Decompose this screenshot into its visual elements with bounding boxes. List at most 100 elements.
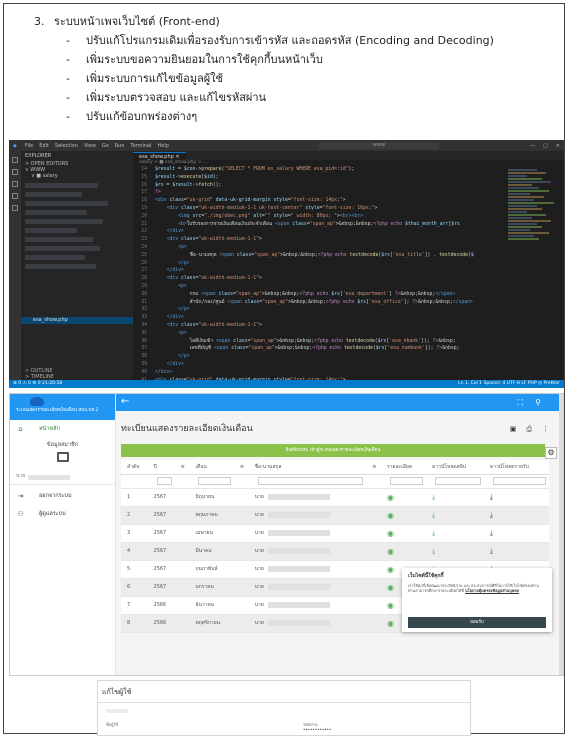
filter-input[interactable]	[492, 477, 546, 485]
column-header[interactable]: เดือน	[189, 460, 234, 475]
back-arrow-icon[interactable]: ←	[121, 396, 129, 407]
bullet-item: ปรับแก้โปรแกรมเดิมเพื่อรองรับการเข้ารหัส…	[66, 31, 564, 50]
download-income-icon[interactable]: ⤓	[490, 547, 493, 555]
menu-item[interactable]: View	[84, 143, 96, 149]
line-number: 24	[141, 244, 147, 250]
view-eye-icon[interactable]: ◉	[387, 619, 394, 628]
source-control-icon[interactable]	[12, 181, 18, 187]
menu-item[interactable]: Terminal	[130, 143, 151, 149]
debug-icon[interactable]	[12, 193, 18, 199]
download-slip-cell[interactable]: ⤓	[426, 524, 484, 543]
download-slip-icon[interactable]: ⤓	[432, 547, 435, 555]
download-income-cell[interactable]: ⤓	[483, 488, 549, 507]
editor-tabbar: esa_show.php ✕	[133, 151, 564, 160]
row-year: 2567	[147, 524, 175, 543]
view-eye-icon[interactable]: ◉	[387, 547, 394, 556]
code-line: 25 ชื่อ-นามสกุล <span class="span_ap">&n…	[133, 252, 504, 260]
menu-item[interactable]: Go	[102, 143, 109, 149]
maximize-button[interactable]: ▢	[543, 143, 548, 149]
menu-item[interactable]: Edit	[39, 143, 49, 149]
member-info: ข้อมูลสมาชิก นาย	[10, 438, 115, 482]
view-eye-icon[interactable]: ◉	[387, 493, 394, 502]
column-header[interactable]: ปี	[147, 460, 175, 475]
view-eye-icon[interactable]: ◉	[387, 529, 394, 538]
view-detail-cell[interactable]: ◉	[381, 506, 427, 525]
view-detail-cell[interactable]: ◉	[381, 542, 427, 561]
column-header[interactable]: ชื่อ-นามสกุล	[248, 460, 367, 475]
minimap[interactable]	[508, 169, 556, 380]
code-line: 22 </div>	[133, 228, 504, 236]
menu-item[interactable]: File	[25, 143, 33, 149]
code-line: 39 </div>	[133, 361, 504, 369]
download-income-cell[interactable]: ⤓	[483, 524, 549, 543]
download-slip-cell[interactable]: ⤓	[426, 488, 484, 507]
filter-input[interactable]	[198, 477, 231, 485]
column-header[interactable]: ลำดับ	[121, 460, 148, 475]
column-header[interactable]: ดาวน์โหลดรายรับ	[483, 460, 549, 475]
cookie-accept-button[interactable]: ยอมรับ	[408, 617, 546, 628]
sidebar-item-label: หน้าหลัก	[39, 426, 60, 432]
active-file-item[interactable]: esa_show.php	[21, 317, 133, 324]
sidebar-item-home[interactable]: ⌂ หน้าหลัก	[10, 420, 115, 438]
command-center[interactable]: www	[318, 142, 439, 149]
row-number: 1	[121, 488, 148, 507]
filter-input[interactable]	[156, 477, 172, 485]
row-year: 2567	[147, 506, 175, 525]
menu-item[interactable]: Run	[115, 143, 125, 149]
status-left[interactable]: ⊗ 0 ⚠ 0 ⚙ 0 21:20:58	[13, 380, 62, 388]
download-slip-icon[interactable]: ⤓	[432, 493, 435, 501]
column-header[interactable]: ≡	[233, 460, 249, 475]
settings-gear-icon[interactable]: ⚙	[545, 447, 557, 459]
fullscreen-icon[interactable]: ⛶	[518, 398, 524, 408]
code-text: ชื่อ-นามสกุล <span class="span_ap">&nbsp…	[155, 252, 474, 258]
bullet-item: เพิ่มระบบการแก้ไขข้อมูลผู้ใช้	[66, 69, 564, 88]
filter-input[interactable]	[257, 477, 364, 485]
column-header[interactable]: ดาวน์โหลดสลิป	[426, 460, 484, 475]
view-detail-cell[interactable]: ◉	[381, 524, 427, 543]
download-income-icon[interactable]: ⤓	[490, 529, 493, 537]
filter-input[interactable]	[390, 477, 424, 485]
search-icon[interactable]	[12, 169, 18, 175]
filter-input[interactable]	[435, 477, 481, 485]
view-eye-icon[interactable]: ◉	[387, 565, 394, 574]
grid-view-icon[interactable]: ▣	[510, 425, 517, 434]
page-scrollbar[interactable]	[559, 394, 563, 675]
tab-esa-show[interactable]: esa_show.php ✕	[133, 152, 186, 160]
menu-item[interactable]: Help	[158, 143, 169, 149]
more-vert-icon[interactable]: ⋮	[542, 425, 549, 434]
status-right[interactable]: Ln 1, Col 1 Spaces: 4 UTF-8 LF PHP ◎ Pre…	[458, 380, 560, 388]
print-icon[interactable]: ⎙	[526, 425, 532, 434]
extensions-icon[interactable]	[12, 205, 18, 211]
download-income-icon[interactable]: ⤓	[490, 493, 493, 501]
column-header[interactable]: ≡	[174, 460, 190, 475]
files-icon[interactable]	[12, 157, 18, 163]
download-slip-icon[interactable]: ⤓	[432, 511, 435, 519]
row-month: มิถุนายน	[189, 488, 234, 507]
privacy-policy-link[interactable]: นโยบายคุ้มครองข้อมูลส่วนบุคคล	[465, 588, 519, 593]
download-slip-cell[interactable]: ⤓	[426, 542, 484, 561]
download-slip-cell[interactable]: ⤓	[426, 506, 484, 525]
download-slip-icon[interactable]: ⤓	[432, 529, 435, 537]
menu-item[interactable]: Selection	[55, 143, 78, 149]
minimize-button[interactable]: —	[530, 143, 535, 149]
code-line: 32 </p>	[133, 306, 504, 314]
password-field[interactable]: ••••••••••••	[303, 727, 331, 732]
row-name: นาย	[248, 542, 367, 561]
view-eye-icon[interactable]: ◉	[387, 511, 394, 520]
sidebar-item-admin[interactable]: ⚇ ผู้ดูแลระบบ	[10, 505, 115, 523]
column-header[interactable]: ≡	[366, 460, 382, 475]
view-detail-cell[interactable]: ◉	[381, 488, 427, 507]
download-income-icon[interactable]: ⤓	[490, 511, 493, 519]
view-eye-icon[interactable]: ◉	[387, 583, 394, 592]
close-button[interactable]: ✕	[556, 143, 560, 149]
column-header[interactable]: รายละเอียด	[381, 460, 427, 475]
view-eye-icon[interactable]: ◉	[387, 601, 394, 610]
salary-folder[interactable]: ∨ ■ salary	[25, 173, 129, 179]
download-income-cell[interactable]: ⤓	[483, 506, 549, 525]
sidebar-item-logout[interactable]: ⇥ ออกจากระบบ	[10, 487, 115, 505]
search-icon[interactable]: ⚲	[535, 398, 541, 408]
row-year: 2567	[147, 542, 175, 561]
spacer	[174, 542, 190, 561]
download-income-cell[interactable]: ⤓	[483, 542, 549, 561]
code-view[interactable]: 14 $result = $con->prepare("SELECT * FROM…	[133, 166, 504, 380]
